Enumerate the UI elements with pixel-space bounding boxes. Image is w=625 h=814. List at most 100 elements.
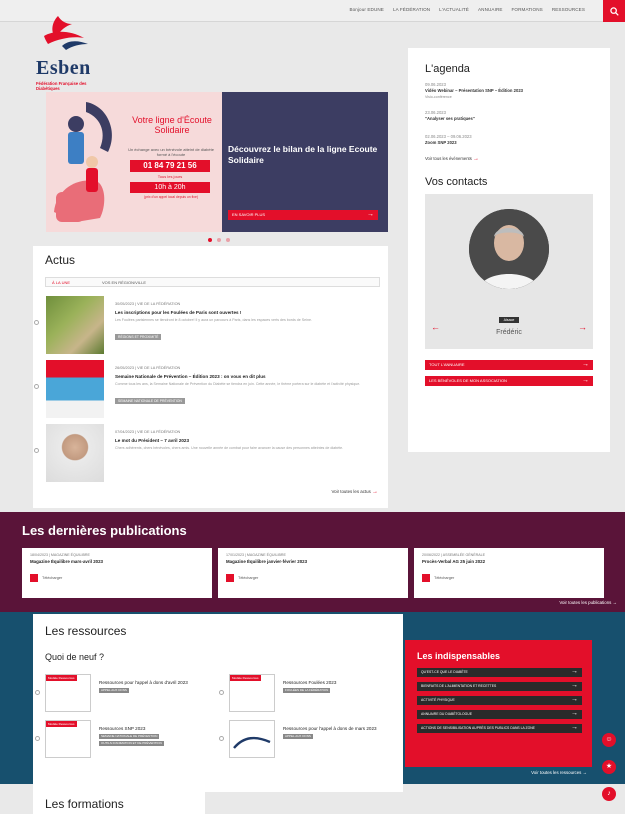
resource-item[interactable]: Modèle Ressources Ressources Foulées 202… <box>219 674 399 714</box>
hero-carousel[interactable]: Votre ligne d'Écoute Solidaire Un échang… <box>46 92 388 232</box>
indispensables-box: Les indispensables QU'EST-CE QUE LE DIAB… <box>405 640 592 767</box>
news-image <box>46 296 104 354</box>
news-title[interactable]: Semaine Nationale de Prévention – Éditio… <box>115 374 375 379</box>
ressources-more-link[interactable]: Voir toutes les ressources → <box>531 770 587 775</box>
publication-card[interactable]: 20/06/2022 | ASSEMBLÉE GÉNÉRALE Procès-V… <box>414 548 604 598</box>
publications-more-link[interactable]: Voir toutes les publications → <box>559 600 617 605</box>
indispensable-link[interactable]: ANNUAIRE DU DIABÉTOLOGUE → <box>417 710 582 719</box>
agenda-sidebar: L'agenda 09.06.2023 Vidéo Webinar – Prés… <box>408 48 610 452</box>
resource-item[interactable]: Ressources pour l'appel à dons de mars 2… <box>219 720 399 760</box>
nav-formations[interactable]: FORMATIONS <box>512 7 543 12</box>
news-meta: 26/05/2023 | VIE DE LA FÉDÉRATION <box>115 366 181 370</box>
download-link[interactable]: Télécharger <box>42 576 62 580</box>
favorites-button[interactable]: ★ <box>602 760 616 774</box>
arrow-right-icon: → <box>571 710 578 717</box>
tab-region[interactable]: VOS EN RÉGION/VILLE <box>102 280 146 285</box>
nav-ressources[interactable]: RESSOURCES <box>552 7 585 12</box>
bookmark-icon[interactable] <box>219 690 224 695</box>
pdf-icon[interactable] <box>30 574 38 582</box>
actus-tabs: À LA UNE VOS EN RÉGION/VILLE <box>45 277 380 287</box>
user-account-button[interactable]: ☺ <box>602 733 616 747</box>
arrow-left-icon[interactable]: ← <box>431 322 440 332</box>
bookmark-icon[interactable] <box>34 384 39 389</box>
carousel-dots <box>208 238 230 242</box>
arrow-right-icon: → <box>582 377 589 384</box>
bookmark-icon[interactable] <box>34 448 39 453</box>
search-button[interactable] <box>603 0 625 22</box>
news-item[interactable]: 07/04/2023 | VIE DE LA FÉDÉRATION Le mot… <box>33 424 388 482</box>
pdf-icon[interactable] <box>226 574 234 582</box>
news-item[interactable]: 26/05/2023 | VIE DE LA FÉDÉRATION Semain… <box>33 360 388 418</box>
actus-section: Actus À LA UNE VOS EN RÉGION/VILLE 30/05… <box>33 246 388 508</box>
resource-tag[interactable]: APPEL AUX DONS <box>99 688 129 693</box>
bookmark-icon[interactable] <box>35 736 40 741</box>
resource-thumbnail: Modèle Ressources <box>45 674 91 712</box>
carousel-dot-1[interactable] <box>208 238 212 242</box>
nav-greeting[interactable]: Bonjour EDUNE <box>349 7 384 12</box>
arrow-right-icon: → <box>582 770 587 775</box>
nav-annuaire[interactable]: ANNUAIRE <box>478 7 503 12</box>
page: Bonjour EDUNE LA FÉDÉRATION L'ACTUALITÉ … <box>0 0 625 814</box>
arrow-right-icon: → <box>612 600 617 605</box>
publication-card[interactable]: 17/01/2023 | MAGAZINE ÉQUILIBRE Magazine… <box>218 548 408 598</box>
contact-card: ← → Alsace Frédéric <box>425 194 593 349</box>
logo-subtitle: Fédération Française des Diabétiques <box>36 81 87 91</box>
carousel-dot-2[interactable] <box>217 238 221 242</box>
arrow-right-icon: → <box>571 682 578 689</box>
publications-section: Les dernières publications 18/04/2023 | … <box>0 512 625 612</box>
publication-title: Magazine Équilibre mars-avril 2023 <box>30 559 103 564</box>
site-logo[interactable]: Esben Fédération Française des Diabétiqu… <box>32 10 102 91</box>
indispensable-link[interactable]: BIENFAITS DE L'ALIMENTATION ET RECETTES … <box>417 682 582 691</box>
publication-meta: 18/04/2023 | MAGAZINE ÉQUILIBRE <box>30 553 90 557</box>
publication-card[interactable]: 18/04/2023 | MAGAZINE ÉQUILIBRE Magazine… <box>22 548 212 598</box>
search-icon <box>609 6 619 16</box>
notifications-button[interactable]: ♪ <box>602 787 616 801</box>
event-place: Visio-conférence <box>425 95 452 99</box>
tab-a-la-une[interactable]: À LA UNE <box>52 280 70 285</box>
resource-tag[interactable]: OUTILS D'ANIMATION ET DE PRÉVENTION <box>99 741 164 746</box>
arrow-right-icon[interactable]: → <box>578 322 587 332</box>
resource-tag[interactable]: APPEL AUX DONS <box>283 734 313 739</box>
download-link[interactable]: Télécharger <box>434 576 454 580</box>
resource-tag[interactable]: SEMAINE NATIONALE DE PRÉVENTION <box>99 734 160 739</box>
resource-title: Ressources pour l'appel à dons d'avril 2… <box>99 680 188 685</box>
news-item[interactable]: 30/05/2023 | VIE DE LA FÉDÉRATION Les in… <box>33 296 388 354</box>
resource-item[interactable]: Modèle Ressources Ressources SNP 2023 SE… <box>35 720 215 760</box>
hero-more-label: EN SAVOIR PLUS <box>232 212 266 217</box>
benevoles-button[interactable]: LES BÉNÉVOLES DE MON ASSOCIATION → <box>425 376 593 386</box>
download-link[interactable]: Télécharger <box>238 576 258 580</box>
bookmark-icon[interactable] <box>35 690 40 695</box>
carousel-dot-3[interactable] <box>226 238 230 242</box>
formations-title: Les formations <box>45 797 124 811</box>
resource-item[interactable]: Modèle Ressources Ressources pour l'appe… <box>35 674 215 714</box>
agenda-more-label: Voir tous les événements <box>425 156 472 161</box>
agenda-event[interactable]: 23.06.2023 "Analyser ses pratiques" <box>425 110 475 122</box>
news-title[interactable]: Le mot du Président – 7 avril 2023 <box>115 438 375 443</box>
agenda-event[interactable]: 02.06.2023 – 09.06.2023 Zoom SNP 2023 <box>425 134 472 146</box>
agenda-more-link[interactable]: Voir tous les événements → <box>425 156 479 162</box>
hero-more-button[interactable]: EN SAVOIR PLUS → <box>228 210 378 220</box>
logo-name: Esben <box>36 57 91 79</box>
hero-title: Découvrez le bilan de la ligne Ecoute So… <box>228 144 378 165</box>
wave-graphic-icon <box>233 736 271 749</box>
resource-tag[interactable]: FOULÉES DE LA FÉDÉRATION <box>283 688 331 693</box>
news-title[interactable]: Les inscriptions pour les Foulées de Par… <box>115 310 375 315</box>
actus-more-link[interactable]: Voir toutes les actus → <box>331 489 378 495</box>
event-name: "Analyser ses pratiques" <box>425 116 475 121</box>
avatar <box>469 209 549 289</box>
hero-image-text: Un échange avec un bénévole atteint de d… <box>128 147 214 157</box>
nav-federation[interactable]: LA FÉDÉRATION <box>393 7 430 12</box>
nav-actualite[interactable]: L'ACTUALITÉ <box>439 7 469 12</box>
pdf-icon[interactable] <box>422 574 430 582</box>
indispensable-link[interactable]: ACTIVITÉ PHYSIQUE → <box>417 696 582 705</box>
bird-logo-icon <box>44 16 88 50</box>
indispensable-link[interactable]: QU'EST-CE QUE LE DIABÈTE → <box>417 668 582 677</box>
publications-title: Les dernières publications <box>22 523 187 538</box>
indispensable-link[interactable]: ACTIONS DE SENSIBILISATION AUPRÈS DES PU… <box>417 724 582 733</box>
news-tag[interactable]: SEMAINE NATIONALE DE PRÉVENTION <box>115 398 185 404</box>
news-tag[interactable]: RÉGIONS ET PROXIMITÉ <box>115 334 162 340</box>
agenda-event[interactable]: 09.06.2023 Vidéo Webinar – Présentation … <box>425 82 523 100</box>
annuaire-button[interactable]: TOUT L'ANNUAIRE → <box>425 360 593 370</box>
bookmark-icon[interactable] <box>34 320 39 325</box>
bookmark-icon[interactable] <box>219 736 224 741</box>
